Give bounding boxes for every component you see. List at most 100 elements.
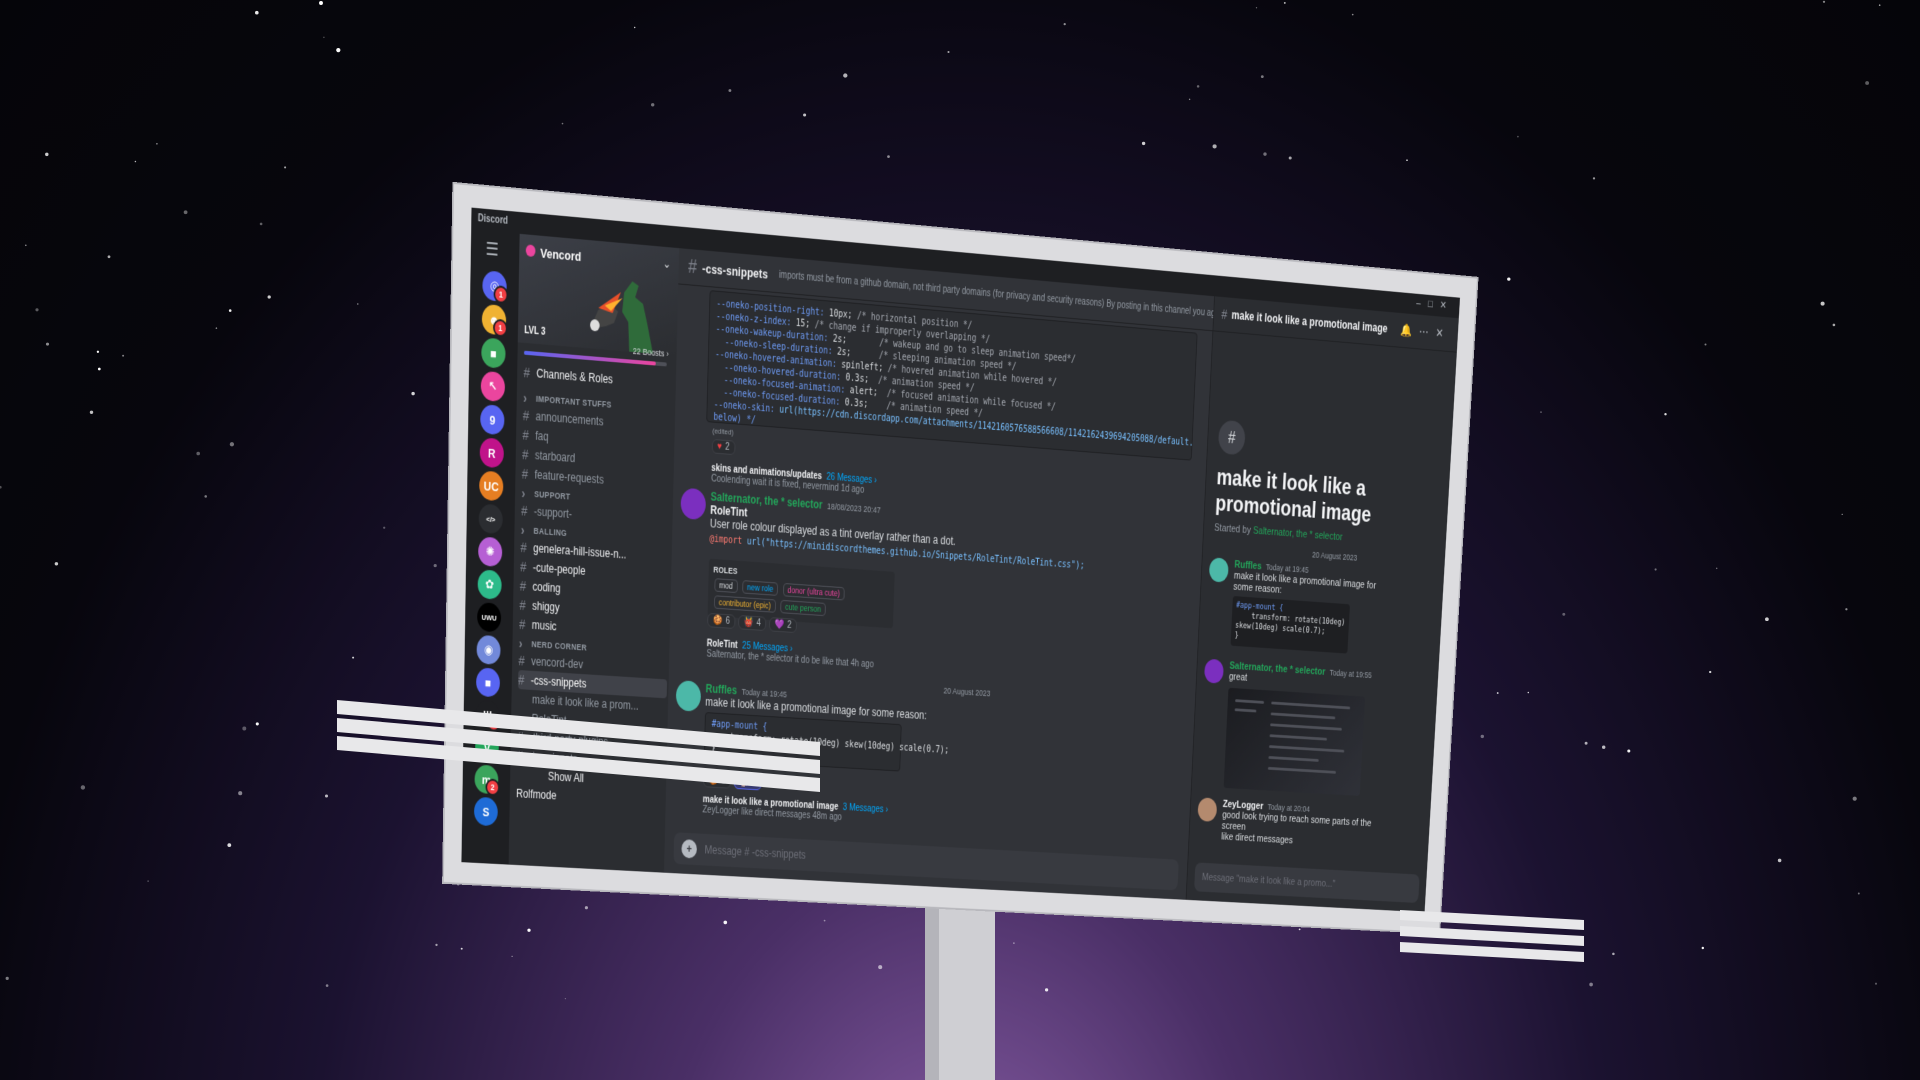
server-discord-home-icon[interactable]: ◎ 1	[482, 270, 509, 305]
server-banner[interactable]: Vencord ⌄ LVL 3 22 Boosts ›	[517, 233, 680, 367]
server-nine-server-icon[interactable]: 9	[480, 404, 505, 436]
star	[1654, 568, 1657, 571]
emoji-icon: 🍪	[708, 775, 719, 787]
reaction[interactable]: 🍪 6	[707, 612, 736, 629]
emoji-icon: 💜	[774, 619, 785, 631]
screenshot-attachment[interactable]	[1223, 687, 1366, 796]
star	[96, 350, 100, 353]
star	[259, 222, 263, 226]
add-attachment-icon[interactable]: +	[681, 839, 698, 859]
server-folder-icon[interactable]: ■	[481, 337, 506, 369]
bell-icon[interactable]: 🔔	[1400, 322, 1420, 338]
star	[242, 726, 247, 731]
code-line: #app-mount {	[711, 719, 768, 733]
server-psi-server-icon[interactable]: Ψ1	[475, 699, 501, 732]
server-s-server-icon[interactable]: S	[473, 796, 498, 827]
minimize-icon[interactable]: –	[1416, 298, 1428, 310]
server-v-server-icon[interactable]: V	[474, 732, 500, 763]
reaction[interactable]: 🐕 1	[733, 774, 762, 791]
star	[1822, 0, 1826, 3]
star	[411, 391, 415, 396]
avatar[interactable]	[680, 487, 707, 521]
close-window-icon[interactable]: ✕	[1440, 300, 1454, 312]
server-uwu-server-icon[interactable]: UWU	[476, 602, 502, 633]
server-uc-server-icon[interactable]: UC	[479, 470, 504, 502]
channel-label: NERD CORNER	[531, 639, 587, 653]
server-anime-server-icon[interactable]: ✿	[477, 569, 502, 600]
star	[433, 564, 437, 568]
star	[878, 965, 883, 970]
avatar[interactable]	[1197, 797, 1218, 822]
message-timestamp: 18/08/2023 20:47	[826, 501, 881, 516]
thread-message-count[interactable]: 3 Messages ›	[843, 803, 889, 816]
star	[1715, 567, 1718, 570]
star	[1496, 692, 1499, 694]
star	[229, 442, 235, 447]
more-icon[interactable]: ⋯	[1419, 324, 1436, 339]
star	[1540, 411, 1542, 413]
reaction-count: 3	[721, 775, 726, 787]
channel-hash-icon: #	[521, 502, 528, 519]
mention-badge: 1	[493, 285, 509, 305]
star	[45, 342, 50, 346]
star	[228, 309, 232, 312]
star	[887, 155, 890, 158]
heart-reaction[interactable]: ♥ 2	[711, 438, 738, 456]
server-mint-server-icon[interactable]: m2	[474, 764, 500, 797]
server-rainbow-server-icon[interactable]: ✺	[477, 536, 503, 568]
close-icon[interactable]: ✕	[1435, 326, 1451, 341]
maximize-icon[interactable]: □	[1428, 299, 1441, 311]
reaction[interactable]: 💜 2	[768, 617, 798, 634]
server-swirl-server-icon[interactable]: ◉	[476, 634, 501, 666]
menu-icon[interactable]: ☰	[485, 239, 503, 261]
heart-icon: ♥	[717, 441, 723, 453]
reaction[interactable]: ♥ 2	[711, 438, 736, 456]
star	[584, 906, 588, 910]
star	[183, 210, 188, 215]
star	[323, 36, 325, 39]
chevron-down-icon[interactable]: ⌄	[663, 257, 671, 271]
reaction-count: 4	[756, 618, 761, 629]
server-folder-blue-icon[interactable]: ■	[475, 667, 501, 698]
star	[284, 166, 287, 169]
server-pfp-server-icon[interactable]: ☻ 1	[481, 303, 508, 338]
reaction[interactable]: 👹 4	[738, 614, 767, 632]
star	[5, 976, 9, 981]
thread-preview-promo[interactable]: make it look like a promotional image 3 M…	[702, 795, 888, 826]
star	[1260, 75, 1264, 78]
emoji-icon: 👹	[743, 617, 754, 629]
star	[1013, 942, 1015, 944]
star	[255, 722, 259, 726]
star	[97, 367, 101, 371]
godzilla-banner-art	[589, 280, 655, 354]
channel-label: BALLING	[533, 525, 567, 538]
star	[1592, 177, 1596, 180]
composer-placeholder[interactable]: Message "make it look like a promo..."	[1202, 872, 1336, 890]
reaction-count: 2	[724, 441, 730, 453]
channel-hash-icon: #	[522, 426, 529, 444]
server-cursor-server-icon[interactable]: ↖	[480, 370, 506, 403]
avatar[interactable]	[1203, 658, 1225, 684]
star	[947, 50, 950, 54]
composer-placeholder[interactable]: Message # -css-snippets	[704, 843, 806, 861]
avatar[interactable]	[1208, 557, 1229, 583]
window-controls[interactable]: –□✕	[1416, 297, 1454, 313]
started-by-user[interactable]: Salternator, the * selector	[1253, 525, 1343, 543]
date-separator: 20 August 2023	[943, 685, 991, 699]
boost-count[interactable]: 22 Boosts ›	[633, 346, 669, 359]
server-r-server-icon[interactable]: R	[479, 437, 505, 469]
channel-hash-icon: #	[519, 578, 527, 594]
thread-composer[interactable]: Message "make it look like a promo..."	[1194, 862, 1420, 904]
reaction[interactable]: 🍪 3	[703, 773, 732, 789]
avatar[interactable]	[675, 680, 702, 712]
import-keyword: @import	[709, 533, 743, 547]
role-chip: new role	[742, 580, 779, 596]
thread-preview-roletint[interactable]: RoleTint 25 Messages › Salternator, the *…	[706, 638, 874, 670]
message-code-block: #app-mount { transform: rotate(10deg) sk…	[703, 712, 949, 772]
star	[1845, 608, 1848, 611]
star	[215, 327, 218, 329]
star	[1527, 691, 1530, 694]
channel-label: faq	[535, 428, 549, 444]
server-code-server-icon[interactable]: </>	[478, 503, 503, 535]
star	[1664, 412, 1667, 416]
